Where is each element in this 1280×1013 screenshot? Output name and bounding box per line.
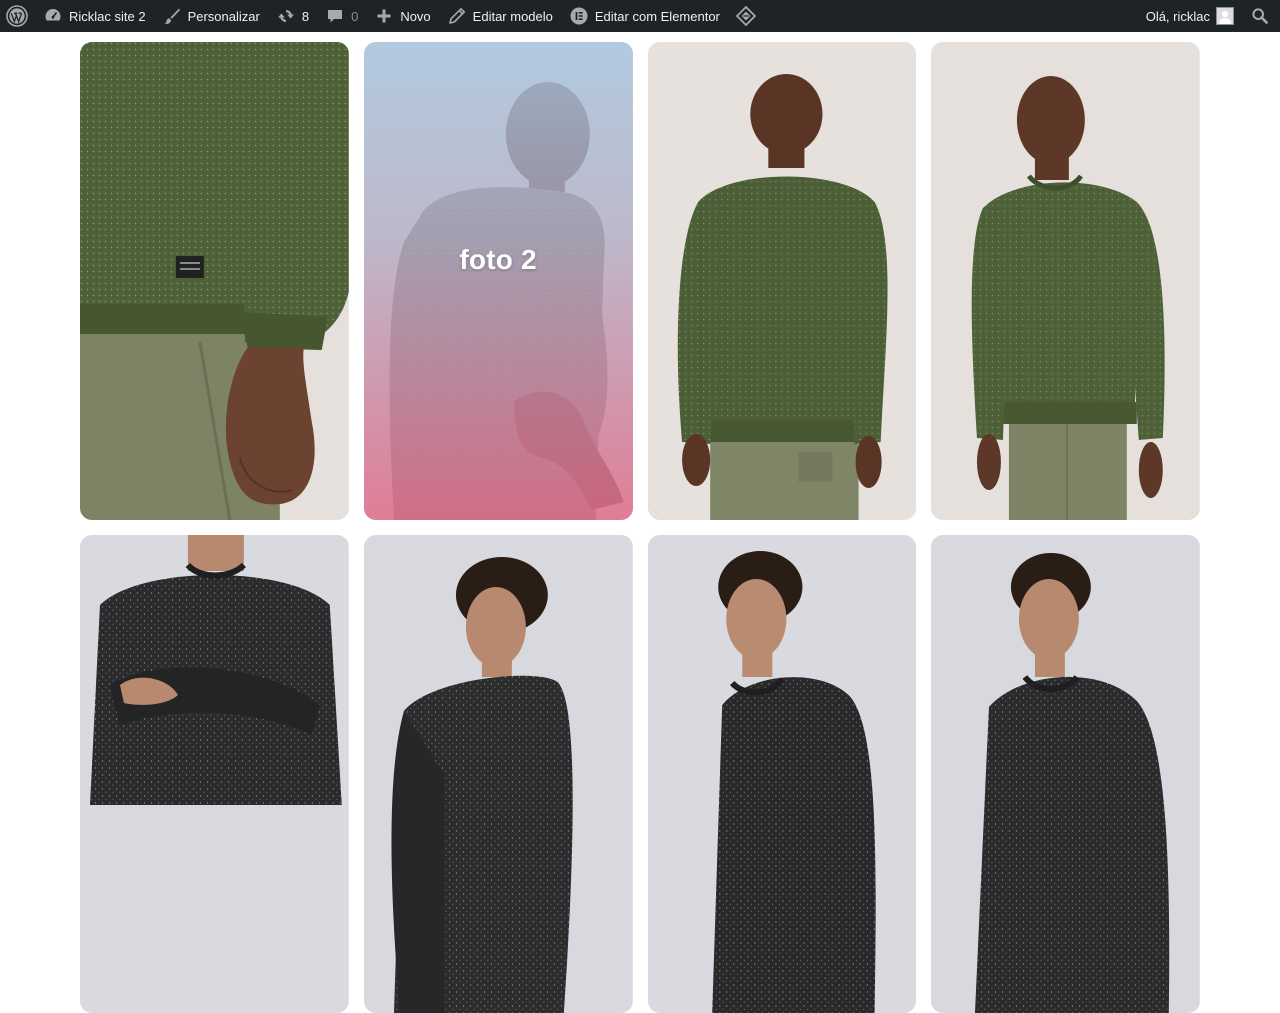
edit-template-label: Editar modelo — [472, 8, 553, 24]
gallery-photo — [363, 535, 633, 1013]
search-icon — [1250, 6, 1270, 26]
gallery-photo — [647, 535, 917, 1013]
edit-elementor-link[interactable]: Editar com Elementor — [561, 0, 728, 32]
gallery-item-5[interactable] — [80, 535, 349, 1013]
dashboard-icon — [43, 6, 63, 26]
gallery-item-4[interactable] — [931, 42, 1200, 520]
updates-link[interactable]: 8 — [268, 0, 317, 32]
updates-icon — [276, 6, 296, 26]
paintbrush-icon — [162, 6, 182, 26]
edit-template-link[interactable]: Editar modelo — [439, 0, 561, 32]
gallery-item-7[interactable] — [647, 535, 917, 1013]
diamond-icon — [735, 6, 756, 26]
plus-icon — [374, 6, 394, 26]
avatar — [1216, 7, 1234, 25]
admin-bar: Ricklac site 2 Personalizar 8 0 Novo Edi… — [0, 0, 1280, 32]
gallery-item-1[interactable] — [80, 42, 349, 520]
updates-count: 8 — [301, 8, 310, 24]
comments-count: 0 — [351, 8, 359, 24]
site-name-label: Ricklac site 2 — [69, 8, 146, 24]
gallery-item-6[interactable] — [363, 535, 633, 1013]
admin-bar-right: Olá, ricklac — [1138, 0, 1280, 32]
howdy-label: Olá, ricklac — [1145, 8, 1210, 24]
search-toggle[interactable] — [1242, 0, 1280, 32]
gallery-photo — [647, 42, 917, 520]
gallery-photo — [80, 42, 349, 520]
comment-bubble-icon — [325, 6, 345, 26]
admin-bar-left: Ricklac site 2 Personalizar 8 0 Novo Edi… — [0, 0, 770, 32]
gallery-item-2[interactable]: foto 2 — [363, 42, 633, 520]
my-account-menu[interactable]: Olá, ricklac — [1138, 0, 1242, 32]
customize-label: Personalizar — [187, 8, 260, 24]
product-gallery: foto 2 — [80, 42, 1200, 1013]
diamond-menu[interactable] — [728, 0, 770, 32]
new-content-link[interactable]: Novo — [366, 0, 438, 32]
site-name-link[interactable]: Ricklac site 2 — [35, 0, 154, 32]
edit-elementor-label: Editar com Elementor — [594, 8, 720, 24]
new-content-label: Novo — [400, 8, 431, 24]
pencil-icon — [447, 6, 467, 26]
gallery-item-8[interactable] — [931, 535, 1200, 1013]
gallery-photo — [363, 42, 633, 520]
gallery-photo — [931, 42, 1200, 520]
user-silhouette-icon — [1219, 10, 1231, 24]
customize-link[interactable]: Personalizar — [154, 0, 268, 32]
wordpress-logo-icon — [6, 5, 28, 27]
gallery-photo — [931, 535, 1200, 1013]
gallery-photo — [80, 535, 349, 1013]
gallery-item-3[interactable] — [647, 42, 917, 520]
elementor-icon — [569, 6, 589, 26]
wordpress-menu[interactable] — [0, 0, 35, 32]
comments-link[interactable]: 0 — [317, 0, 366, 32]
